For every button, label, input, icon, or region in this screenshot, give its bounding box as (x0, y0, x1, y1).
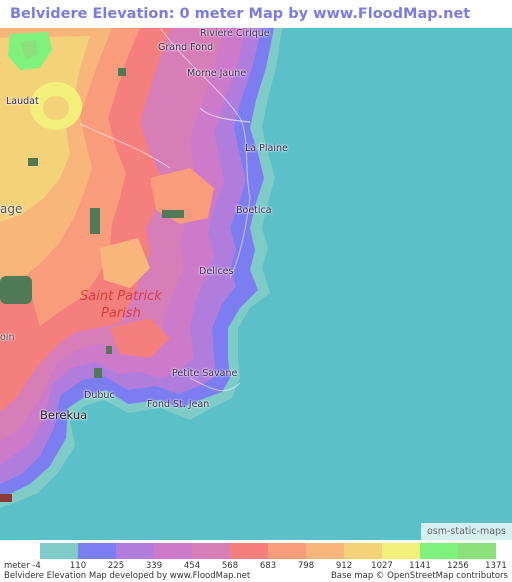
legend-tick: 1256 (447, 561, 469, 571)
place-riviere-cirique[interactable]: Riviere Cirique (200, 28, 270, 39)
place-delices[interactable]: Delices (199, 266, 233, 277)
legend-tick: 1027 (371, 561, 393, 571)
legend-tick: 798 (297, 561, 315, 571)
legend-tick: 1371 (485, 561, 507, 571)
legend-tick: 568 (221, 561, 239, 571)
legend-swatch (458, 543, 496, 559)
legend-swatch (382, 543, 420, 559)
parish-label-line2: Parish (101, 306, 141, 321)
legend-swatch (116, 543, 154, 559)
place-la-plaine[interactable]: La Plaine (245, 143, 288, 154)
legend-tick: 912 (335, 561, 353, 571)
legend-swatch (306, 543, 344, 559)
place-boetica[interactable]: Boetica (236, 205, 272, 216)
legend-swatch (420, 543, 458, 559)
credit-floodmap: Belvidere Elevation Map developed by www… (4, 571, 251, 581)
legend-swatch (268, 543, 306, 559)
legend-swatch (78, 543, 116, 559)
place-berekua[interactable]: Berekua (40, 408, 87, 422)
parish-label: Saint Patrick Parish (80, 288, 162, 322)
southern-tip (0, 494, 12, 502)
peak-crater (43, 96, 69, 120)
legend-tick: 339 (145, 561, 163, 571)
place-grand-fond[interactable]: Grand Fond (158, 42, 213, 53)
legend-swatches (40, 543, 496, 559)
place-fond-st-jean[interactable]: Fond St. Jean (147, 399, 209, 410)
legend-tick: 454 (183, 561, 201, 571)
place-dubuc[interactable]: Dubuc (84, 390, 115, 401)
place-oin-fragment: oin (0, 332, 15, 343)
place-petite-savane[interactable]: Petite Savane (172, 368, 237, 379)
elevation-map[interactable]: Riviere Cirique Grand Fond Morne Jaune L… (0, 28, 512, 540)
parish-label-line1: Saint Patrick (80, 289, 162, 304)
place-age-fragment: age (0, 202, 23, 216)
legend-swatch (344, 543, 382, 559)
osm-static-maps-badge: osm-static-maps (420, 523, 512, 540)
elevation-legend: meter -4 110 225 339 454 568 683 798 912 1027 114… (0, 540, 512, 582)
legend-swatch (40, 543, 78, 559)
legend-swatch (192, 543, 230, 559)
place-laudat[interactable]: Laudat (6, 96, 39, 107)
legend-swatch (230, 543, 268, 559)
page-title: Belvidere Elevation: 0 meter Map by www.… (0, 0, 512, 50)
legend-swatch (154, 543, 192, 559)
legend-tick: 1141 (409, 561, 431, 571)
legend-tick: 225 (107, 561, 125, 571)
terrain-layer (0, 28, 512, 540)
legend-tick: 110 (69, 561, 87, 571)
credit-osm: Base map © OpenStreetMap contributors (330, 571, 508, 581)
legend-tick: 683 (259, 561, 277, 571)
place-morne-jaune[interactable]: Morne Jaune (187, 68, 246, 79)
